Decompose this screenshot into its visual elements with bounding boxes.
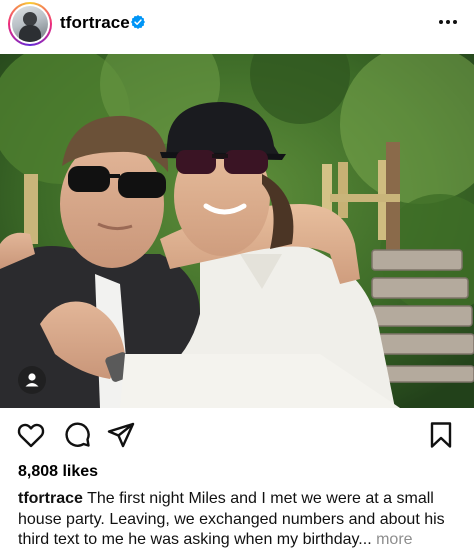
bookmark-icon[interactable]	[426, 420, 456, 450]
tagged-users-button[interactable]	[18, 366, 46, 394]
avatar-image	[12, 6, 48, 42]
post-actions	[0, 420, 474, 452]
heart-icon[interactable]	[16, 420, 46, 450]
comment-icon[interactable]	[62, 420, 92, 450]
post-header: tfortrace	[0, 0, 474, 54]
share-icon[interactable]	[106, 420, 136, 450]
more-options-icon[interactable]	[438, 14, 458, 30]
caption-username[interactable]: tfortrace	[18, 490, 83, 507]
caption-more-link[interactable]: more	[376, 531, 412, 548]
post-photo[interactable]	[0, 54, 474, 408]
avatar[interactable]	[8, 2, 52, 46]
verified-badge-icon	[131, 15, 145, 29]
person-icon	[25, 373, 39, 387]
post-caption: tfortrace The first night Miles and I me…	[18, 489, 460, 551]
post-username[interactable]: tfortrace	[60, 13, 130, 33]
like-count[interactable]: 8,808 likes	[18, 463, 98, 481]
post-photo-illustration	[0, 54, 474, 408]
